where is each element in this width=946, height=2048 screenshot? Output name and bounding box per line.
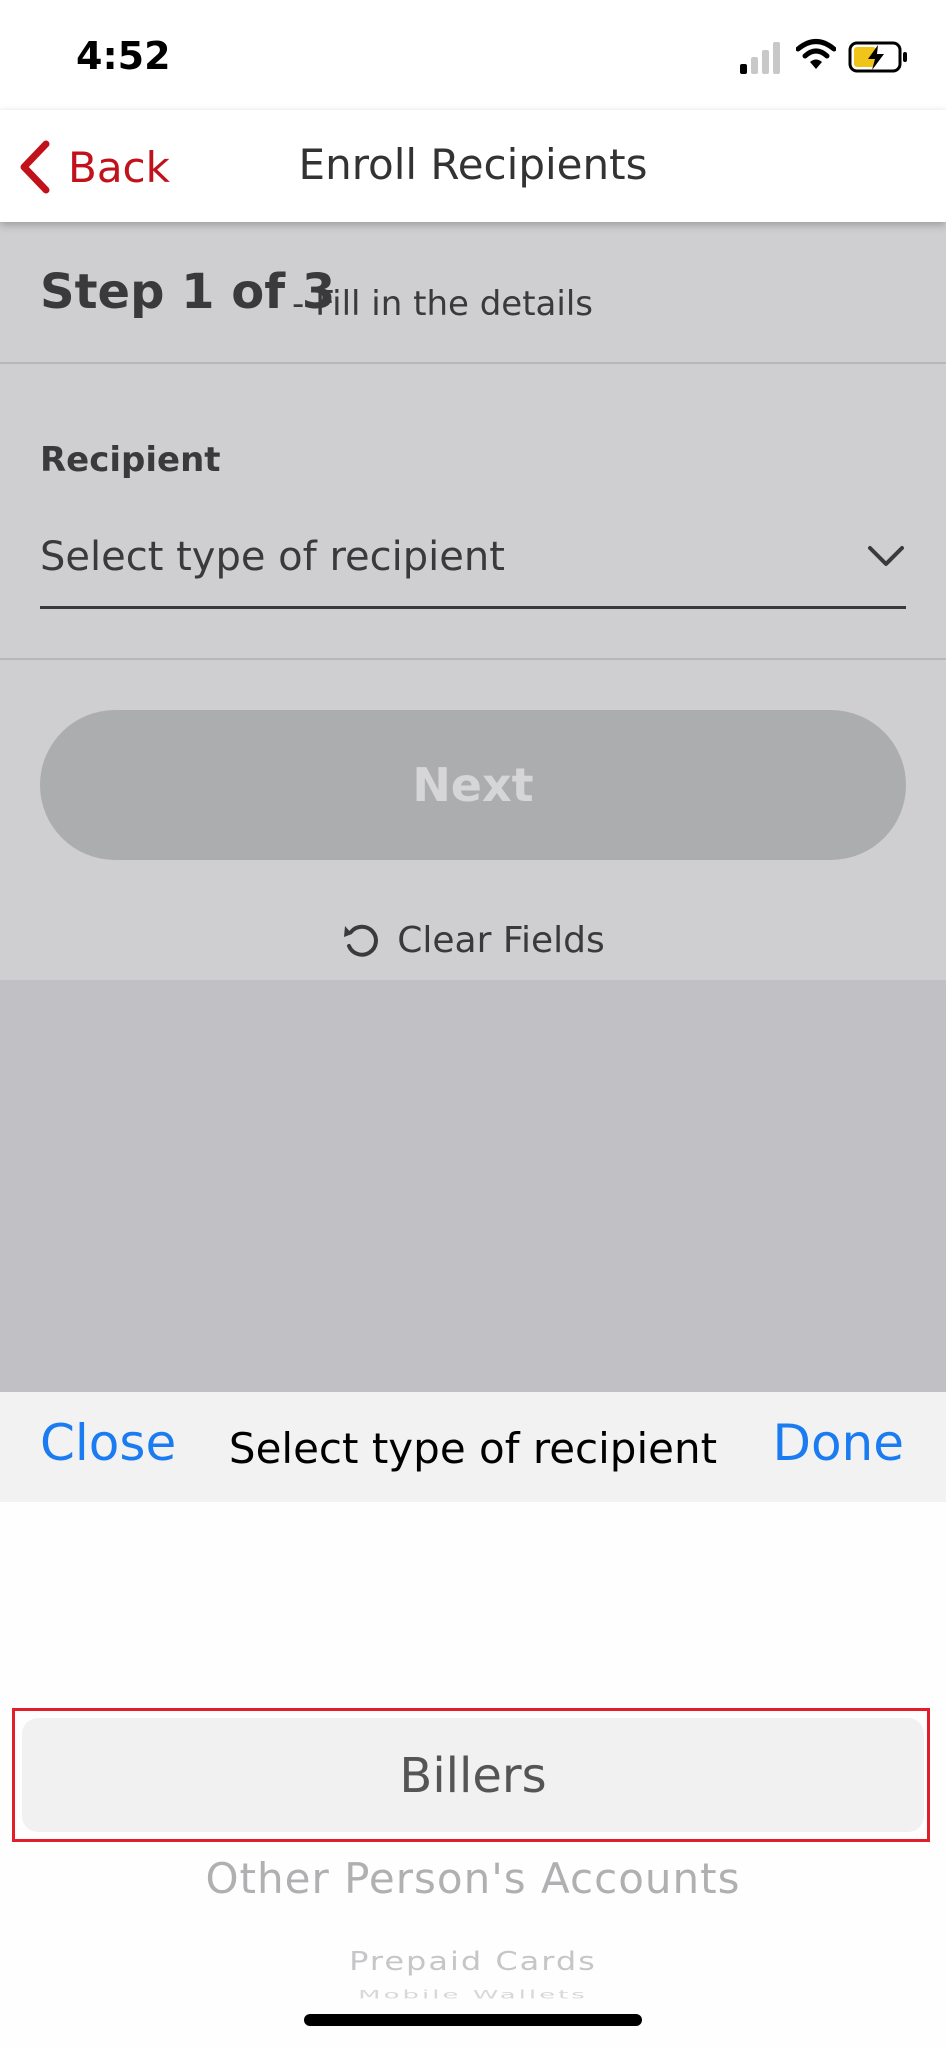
- picker-option-prepaid-cards[interactable]: Prepaid Cards: [0, 1946, 946, 1976]
- clear-fields-label: Clear Fields: [397, 919, 605, 961]
- recipient-select-value: Select type of recipient: [40, 534, 505, 580]
- recipient-label: Recipient: [40, 440, 221, 480]
- picker-option-other-accounts[interactable]: Other Person's Accounts: [0, 1854, 946, 1903]
- nav-bar: Back Enroll Recipients: [0, 110, 946, 222]
- status-time: 4:52: [76, 34, 171, 78]
- chevron-down-icon: [868, 546, 904, 566]
- clear-fields-button[interactable]: Clear Fields: [0, 912, 946, 968]
- step-indicator: Step 1 of 3 - Fill in the details: [0, 222, 946, 364]
- wifi-icon: [796, 39, 836, 69]
- modal-overlay[interactable]: [0, 980, 946, 1392]
- battery-charging-icon: [848, 41, 907, 73]
- home-indicator: [304, 2014, 642, 2026]
- page-title: Enroll Recipients: [298, 140, 648, 189]
- picker-option-mobile-wallets[interactable]: Mobile Wallets: [0, 1988, 946, 2002]
- divider: [0, 658, 946, 660]
- step-count: Step 1 of 3: [40, 264, 336, 320]
- signal-icon: [740, 42, 780, 74]
- reset-icon: [344, 924, 379, 957]
- next-button[interactable]: Next: [40, 710, 906, 860]
- next-label: Next: [412, 758, 534, 812]
- step-description: - Fill in the details: [292, 284, 593, 324]
- status-bar: 4:52: [0, 0, 946, 110]
- enroll-form: Step 1 of 3 - Fill in the details Recipi…: [0, 222, 946, 980]
- recipient-type-picker[interactable]: Billers Other Person's Accounts Prepaid …: [0, 1502, 946, 2048]
- recipient-type-select[interactable]: Select type of recipient: [40, 522, 906, 609]
- done-button[interactable]: Done: [772, 1414, 904, 1472]
- picker-option-billers[interactable]: Billers: [0, 1748, 946, 1804]
- picker-toolbar: Close Select type of recipient Done: [0, 1392, 946, 1502]
